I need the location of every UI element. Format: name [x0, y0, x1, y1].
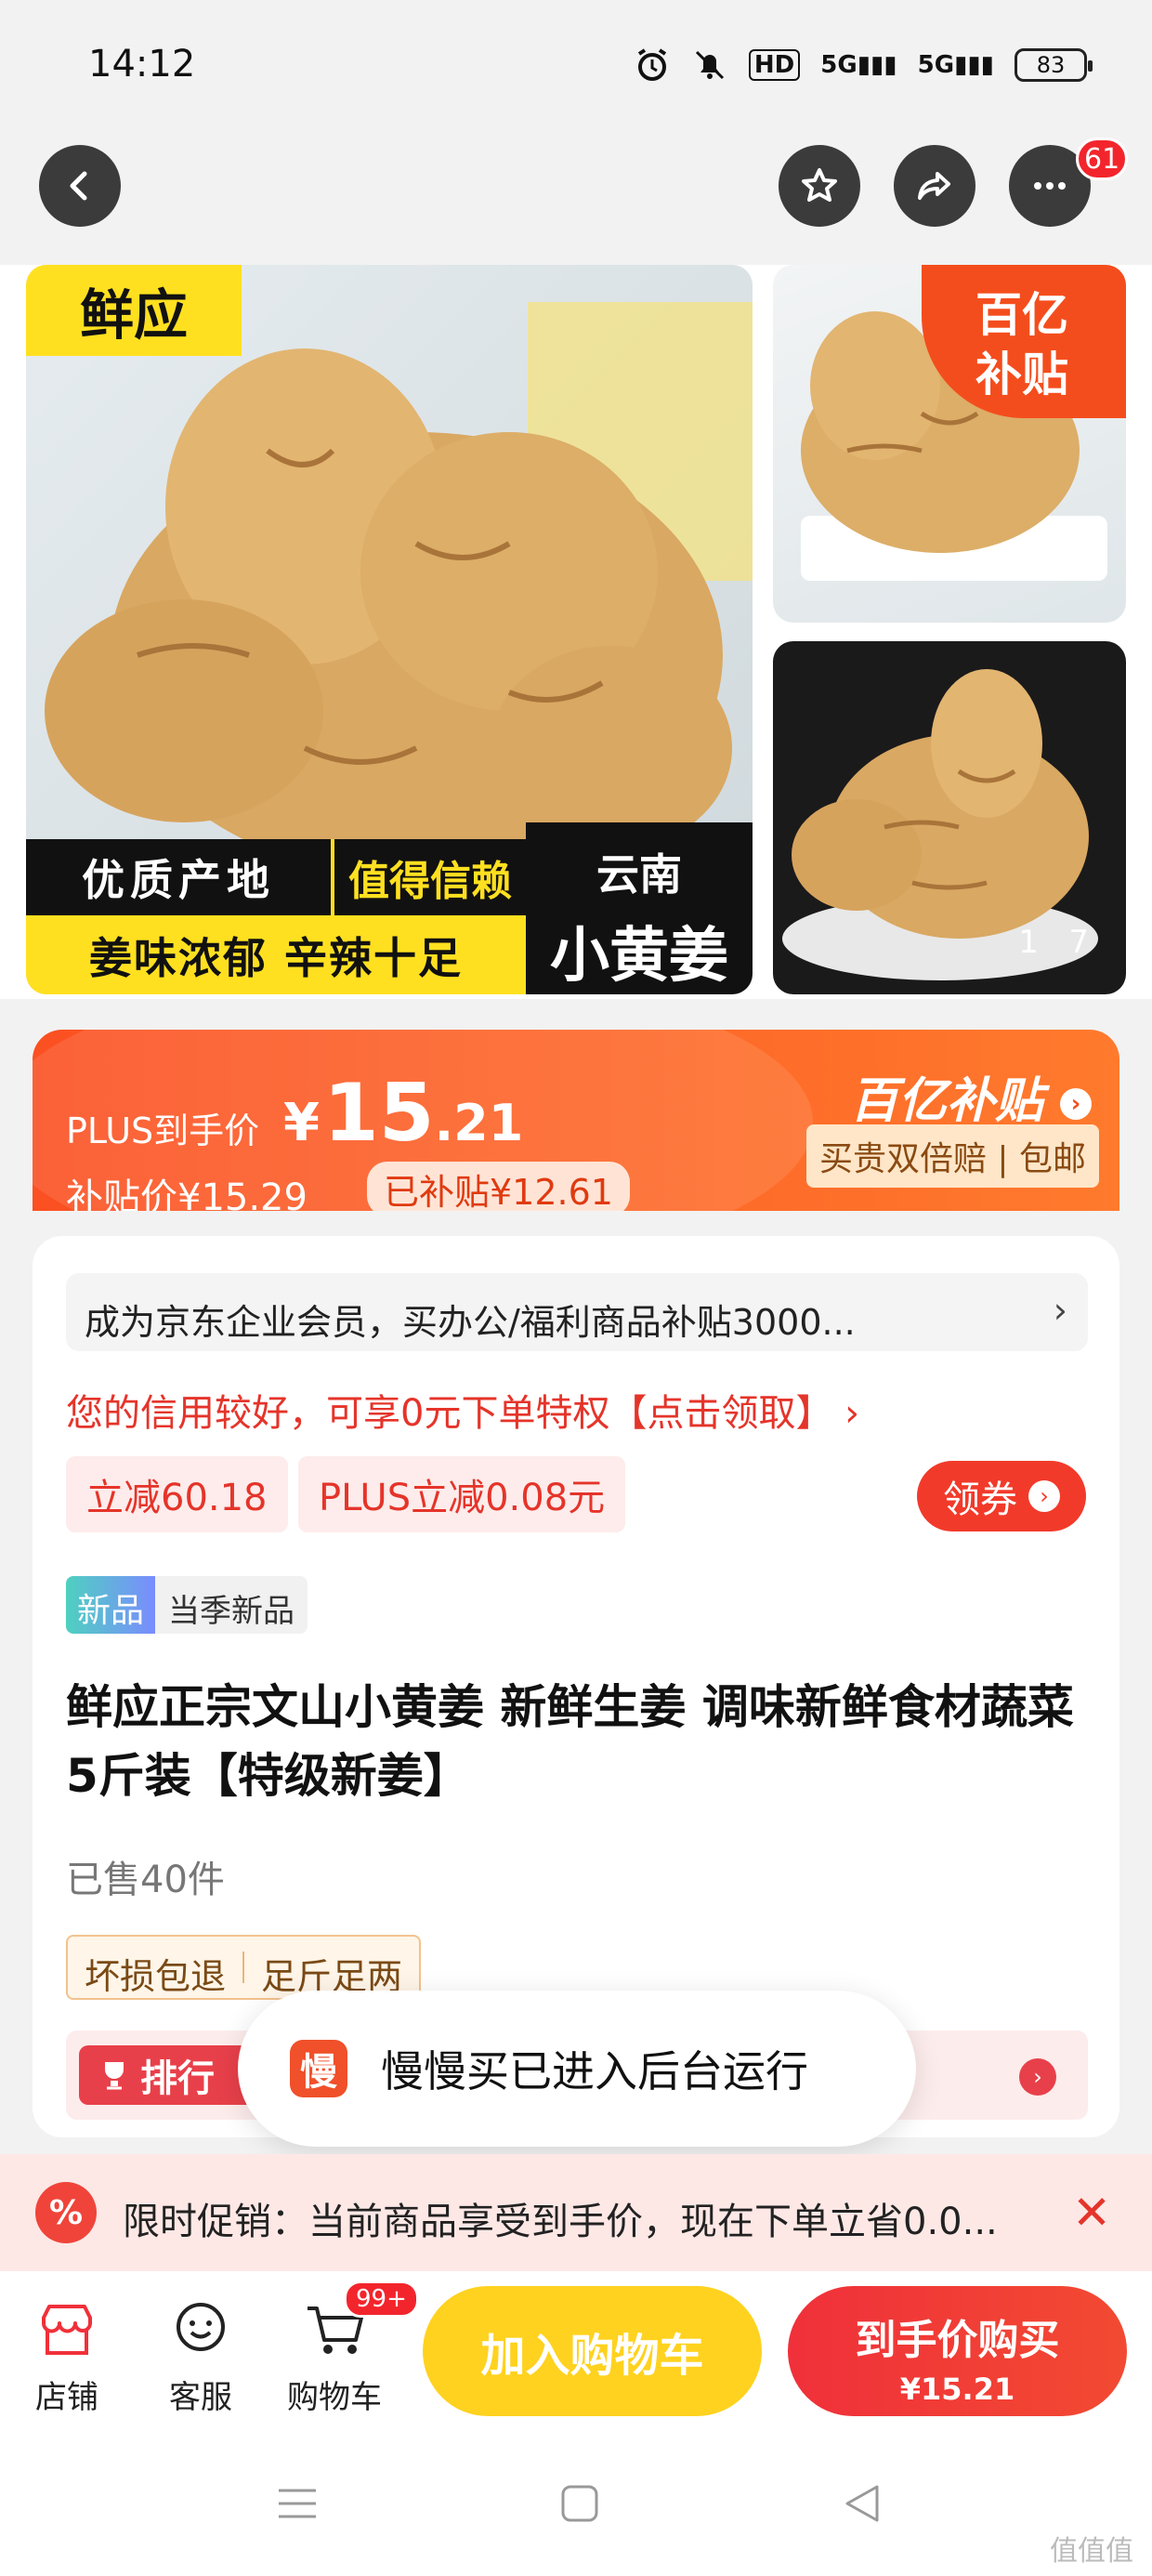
- buy-now-button[interactable]: 到手价购买 ¥15.21: [788, 2286, 1127, 2416]
- share-icon: [918, 172, 950, 200]
- caption-trust: 值得信赖: [331, 839, 526, 915]
- chevron-right-icon: ›: [1019, 2058, 1056, 2096]
- hd-indicator: HD: [748, 49, 801, 81]
- percent-icon: %: [35, 2182, 97, 2243]
- cart-count-badge: 99+: [344, 2280, 419, 2318]
- gallery-counter: 1 7: [1018, 924, 1089, 961]
- service-tag-full-weight: 足斤足两: [261, 1956, 403, 1997]
- plus-price-label: PLUS到手价: [66, 1111, 260, 1151]
- trophy-icon: [105, 2062, 124, 2090]
- caption-flavor: 姜味浓郁 辛辣十足: [26, 915, 526, 994]
- network-5g-1: 5G▮▮▮: [820, 51, 897, 79]
- battery-indicator: 83: [1015, 48, 1093, 82]
- alarm-icon: [637, 48, 667, 81]
- back-triangle-icon[interactable]: [838, 2479, 886, 2528]
- caption-origin: 优质产地: [26, 839, 331, 915]
- caption-row-1: 优质产地 值得信赖: [26, 839, 526, 915]
- guarantee-tag[interactable]: 买贵双倍赔 | 包邮: [805, 1124, 1099, 1188]
- caption-region: 云南: [596, 849, 682, 900]
- discount-chip-plus: PLUS立减0.08元: [298, 1456, 626, 1532]
- more-dots-icon: [1034, 182, 1066, 190]
- product-gallery: 鲜应 优质产地 值得信赖 姜味浓郁 辛辣十足 云南 小黄姜 百亿 补贴 1 7: [0, 265, 1152, 999]
- promo-bar[interactable]: % 限时促销：当前商品享受到手价，现在下单立省0.0... ✕: [0, 2154, 1152, 2271]
- subsidy-amount-chip: 已补贴¥12.61: [367, 1162, 630, 1211]
- service-tag-damage-refund: 坏损包退: [85, 1956, 227, 1997]
- chat-smile-icon: [177, 2303, 225, 2351]
- thumbnail-image-1[interactable]: 百亿 补贴: [773, 265, 1126, 623]
- discount-chip-1: 立减60.18: [66, 1456, 288, 1532]
- bottom-action-bar: 店铺 客服 购物车 99+ 加入购物车 到手价购买 ¥15.21: [0, 2271, 1152, 2438]
- thumbnail-image-2[interactable]: 1 7: [773, 641, 1126, 994]
- shop-button[interactable]: 店铺: [11, 2295, 123, 2417]
- cart-button[interactable]: 购物车 99+: [279, 2280, 419, 2417]
- main-product-image[interactable]: 鲜应 优质产地 值得信赖 姜味浓郁 辛辣十足 云南 小黄姜: [26, 265, 753, 994]
- back-button[interactable]: [39, 145, 121, 227]
- promo-text: 限时促销：当前商品享受到手价，现在下单立省0.0...: [123, 2201, 998, 2243]
- background-toast: 慢 慢慢买已进入后台运行: [238, 1991, 916, 2147]
- brand-tag: 鲜应: [26, 265, 242, 356]
- chevron-right-icon: ›: [1060, 1088, 1092, 1120]
- chevron-right-icon: ›: [844, 1392, 860, 1435]
- get-coupon-button[interactable]: 领券 ›: [917, 1461, 1086, 1531]
- chevron-left-icon: [70, 171, 87, 201]
- subsidy-brand-link[interactable]: 百亿补贴 ›: [850, 1061, 1092, 1131]
- network-5g-2: 5G▮▮▮: [917, 51, 994, 79]
- home-icon[interactable]: [556, 2479, 604, 2528]
- new-product-tag: 新品 当季新品: [66, 1576, 308, 1634]
- sold-count: 已售40件: [66, 1859, 225, 1901]
- plus-price: ¥15.21: [283, 1067, 524, 1160]
- shop-icon: [42, 2305, 92, 2355]
- mute-bell-icon: [695, 50, 724, 80]
- close-icon[interactable]: ✕: [1072, 2186, 1111, 2240]
- status-icons: HD 5G▮▮▮ 5G▮▮▮ 83: [634, 46, 1093, 84]
- caption-region-block: 云南 小黄姜: [526, 822, 753, 994]
- favorite-button[interactable]: [779, 145, 860, 227]
- subsidy-price: 补贴价¥15.29: [66, 1176, 308, 1211]
- credit-offer-link[interactable]: 您的信用较好，可享0元下单特权【点击领取】 ›: [66, 1383, 859, 1437]
- add-to-cart-button[interactable]: 加入购物车: [423, 2286, 762, 2416]
- caption-product: 小黄姜: [550, 922, 728, 991]
- price-banner: PLUS到手价 ¥15.21 补贴价¥15.29 已补贴¥12.61 百亿补贴 …: [33, 1030, 1119, 1211]
- chevron-right-icon: ›: [1053, 1290, 1067, 1331]
- chevron-right-icon: ›: [1028, 1480, 1060, 1512]
- toast-message: 慢慢买已进入后台运行: [381, 2046, 808, 2096]
- status-time: 14:12: [88, 43, 196, 85]
- app-icon: 慢: [290, 2040, 347, 2097]
- star-icon: [802, 168, 837, 202]
- watermark: 值值值: [1050, 2535, 1133, 2568]
- menu-icon[interactable]: [273, 2479, 321, 2528]
- enterprise-member-row[interactable]: 成为京东企业会员，买办公/福利商品补贴3000... ›: [66, 1273, 1088, 1351]
- system-nav-bar: 值值值: [0, 2438, 1152, 2576]
- product-title: 鲜应正宗文山小黄姜 新鲜生姜 调味新鲜食材蔬菜 5斤装【特级新姜】: [66, 1680, 1074, 1803]
- notification-badge: 61: [1076, 138, 1129, 180]
- customer-service-button[interactable]: 客服: [145, 2295, 256, 2417]
- ranking-chip: 排行: [79, 2045, 265, 2105]
- status-bar: 14:12 HD 5G▮▮▮ 5G▮▮▮ 83: [0, 0, 1152, 130]
- share-button[interactable]: [894, 145, 975, 227]
